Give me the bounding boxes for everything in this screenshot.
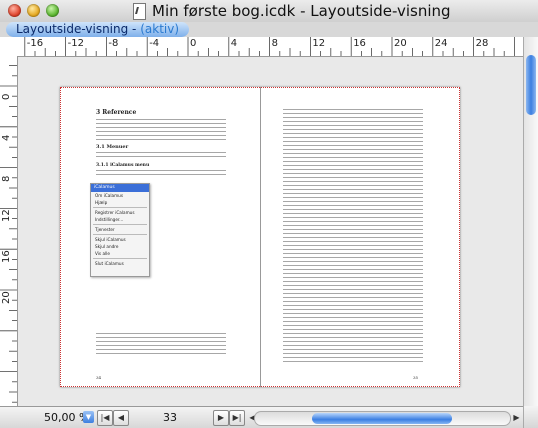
vertical-ruler[interactable]: 0 4 8 12 16 20 <box>0 56 18 406</box>
ruler-tick-label: 8 <box>1 175 12 182</box>
subsection-heading: 3.1 Menuer <box>96 144 129 150</box>
ruler-tick-label: -8 <box>108 38 119 49</box>
menu-item: Tjenester <box>95 227 115 232</box>
bottom-bar: 50,00 % ▼ |◀ ◀ 33 ▶ ▶| ◀ ▶ <box>0 406 538 428</box>
menu-item: Hjælp <box>95 200 108 205</box>
ruler-tick-label: 8 <box>271 38 278 49</box>
page-spread: 3 Reference 3.1 Menuer 3.1.1 iCalamus me… <box>60 87 460 387</box>
horizontal-ruler[interactable]: -16 -12 -8 -4 0 4 8 12 16 20 24 28 <box>17 37 523 57</box>
view-tab[interactable]: Layoutside-visning - (aktiv) <box>6 22 190 37</box>
ruler-tick-label: 20 <box>394 38 407 49</box>
horizontal-scroll-thumb[interactable] <box>312 413 452 424</box>
menu-header: iCalamus <box>91 184 149 192</box>
ruler-tick-label: 20 <box>1 291 12 304</box>
ruler-tick-label: 4 <box>1 134 12 141</box>
document-icon[interactable] <box>133 3 146 20</box>
subsubsection-heading: 3.1.1 iCalamus menu <box>96 163 150 168</box>
left-page[interactable]: 3 Reference 3.1 Menuer 3.1.1 iCalamus me… <box>60 87 260 387</box>
ruler-tick-label: -4 <box>149 38 160 49</box>
menu-item: Skjul iCalamus <box>95 237 126 242</box>
right-page-number: 35 <box>413 375 419 380</box>
ruler-tick-label: 24 <box>434 38 448 49</box>
next-page-icon[interactable]: ▶ <box>213 410 229 426</box>
left-page-number: 34 <box>96 375 102 380</box>
vertical-scrollbar[interactable] <box>523 37 538 406</box>
body-text-bottom <box>96 333 226 357</box>
vertical-ruler-ticks <box>0 65 17 403</box>
zoom-button[interactable] <box>46 4 59 17</box>
menu-separator <box>93 234 147 235</box>
window-title: Min første bog.icdk - Layoutside-visning <box>152 2 451 20</box>
app-window: Min første bog.icdk - Layoutside-visning… <box>0 0 538 428</box>
menu-item: Vis alle <box>95 251 110 256</box>
right-page[interactable]: 35 <box>260 87 461 387</box>
ruler-tick-label: 12 <box>312 38 326 49</box>
scroll-right-icon[interactable]: ▶ <box>510 411 523 424</box>
right-page-text <box>283 109 423 365</box>
first-page-icon[interactable]: |◀ <box>97 410 113 426</box>
ruler-tick-label: 16 <box>353 38 366 49</box>
menu-item: Indstillinger... <box>95 217 124 222</box>
menu-separator <box>93 258 147 259</box>
close-button[interactable] <box>8 4 21 17</box>
vertical-scroll-thumb[interactable] <box>526 55 536 115</box>
view-tab-status: (aktiv) <box>140 22 180 36</box>
zoom-dropdown-icon[interactable]: ▼ <box>83 411 94 423</box>
intro-text <box>96 119 226 143</box>
menu-item: Skjul andre <box>95 244 119 249</box>
section-heading: 3 Reference <box>96 109 137 116</box>
previous-page-icon[interactable]: ◀ <box>113 410 129 426</box>
minimize-button[interactable] <box>27 4 40 17</box>
last-page-icon[interactable]: ▶| <box>229 410 245 426</box>
subsection-text <box>96 152 226 160</box>
menu-screenshot: iCalamus Om iCalamus Hjælp Registrer iCa… <box>90 183 150 277</box>
menu-separator <box>93 207 147 208</box>
menu-separator <box>93 224 147 225</box>
ruler-tick-label: -16 <box>26 38 44 49</box>
layout-canvas[interactable]: 3 Reference 3.1 Menuer 3.1.1 iCalamus me… <box>18 57 523 406</box>
ruler-corner[interactable] <box>0 37 18 57</box>
ruler-tick-label: 12 <box>1 209 12 223</box>
ruler-tick-label: 0 <box>190 38 197 49</box>
ruler-tick-label: 0 <box>1 93 12 100</box>
page-number-field[interactable]: 33 <box>163 411 177 424</box>
resize-grip-icon[interactable] <box>523 406 538 428</box>
menu-item: Om iCalamus <box>95 193 124 198</box>
ruler-tick-label: 16 <box>1 250 12 264</box>
menu-item: Slut iCalamus <box>95 261 124 266</box>
menu-intro-text <box>96 170 226 178</box>
view-tab-label: Layoutside-visning - <box>16 22 141 36</box>
horizontal-scrollbar[interactable] <box>254 411 511 426</box>
title-bar: Min første bog.icdk - Layoutside-visning <box>0 0 538 23</box>
menu-item: Registrer iCalamus <box>95 210 135 215</box>
ruler-tick-label: 28 <box>475 38 489 49</box>
ruler-tick-label: -12 <box>67 38 84 49</box>
view-tab-bar: Layoutside-visning - (aktiv) <box>0 22 538 38</box>
ruler-tick-label: 4 <box>230 38 238 49</box>
